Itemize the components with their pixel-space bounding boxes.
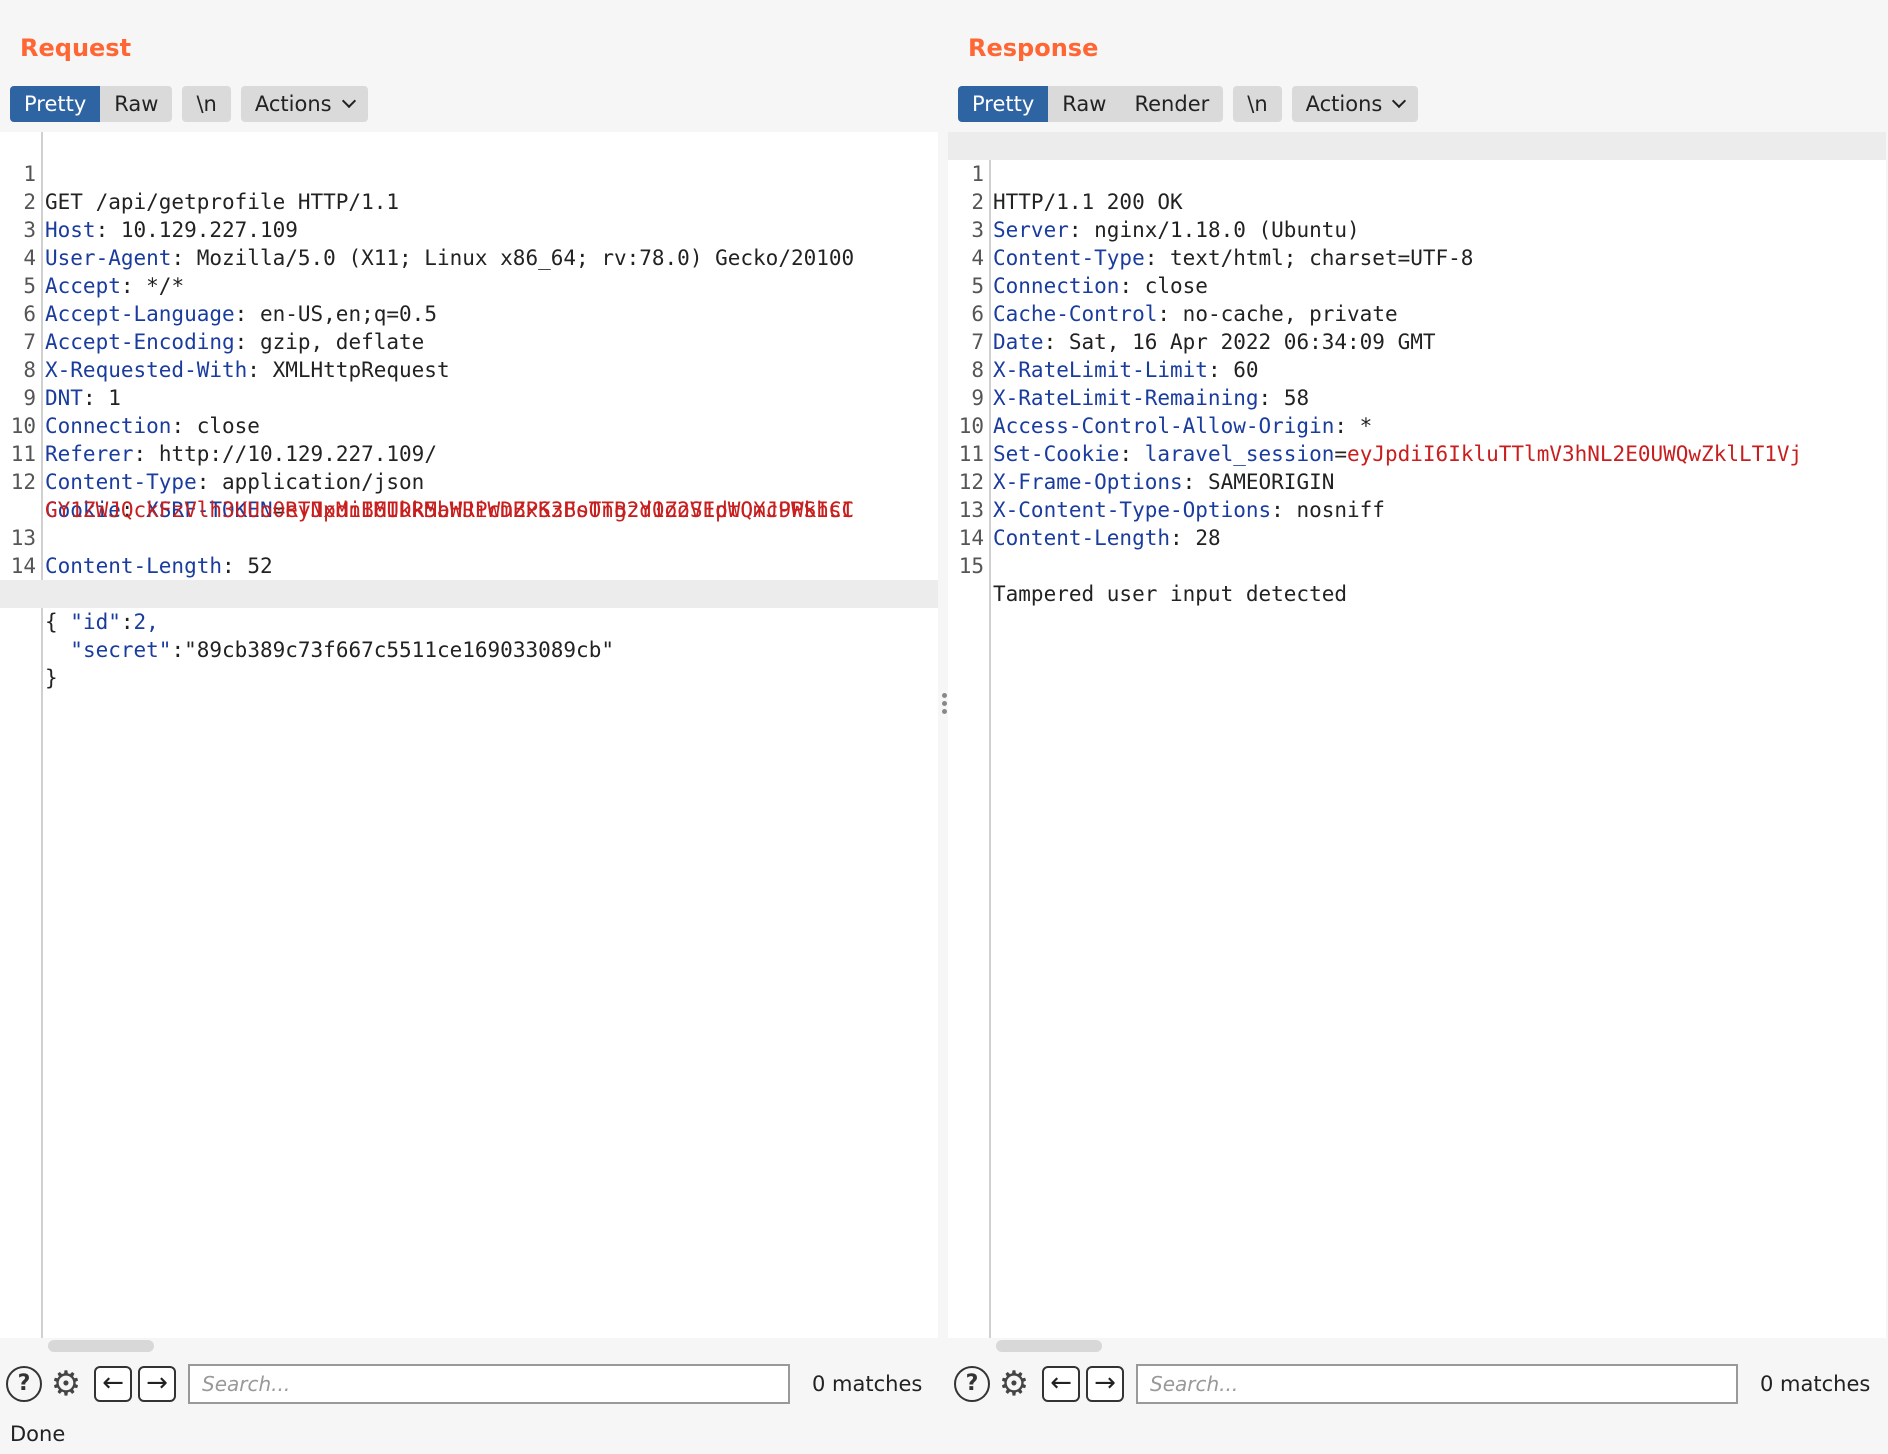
response-search-input[interactable] <box>1136 1364 1738 1404</box>
request-horizontal-scrollbar[interactable] <box>48 1340 154 1352</box>
status-text: Done <box>10 1422 66 1446</box>
forward-arrow-icon[interactable]: → <box>1086 1366 1124 1402</box>
json-brace: } <box>45 666 58 690</box>
request-actions-label: Actions <box>254 92 332 116</box>
help-icon[interactable]: ? <box>6 1366 42 1402</box>
response-title: Response <box>968 34 1099 62</box>
request-search-bar: ? ⚙ ← → 0 matches <box>6 1362 936 1406</box>
request-header-line: 3 User-Agent: Mozilla/5.0 (X11; Linux x8… <box>0 188 938 270</box>
request-toolbar: Pretty Raw \n Actions <box>10 86 368 122</box>
response-tab-raw[interactable]: Raw <box>1048 86 1120 122</box>
response-body-text: Tampered user input detected <box>993 582 1348 606</box>
request-actions-button[interactable]: Actions <box>240 86 368 122</box>
response-blank-line: 14 <box>948 496 1886 550</box>
gear-icon[interactable]: ⚙ <box>46 1364 86 1404</box>
request-header-line: 6 Accept-Encoding: gzip, deflate <box>0 272 938 354</box>
request-match-count: 0 matches <box>812 1372 923 1396</box>
request-body-secret: "secret":"89cb389c73f667c5511ce169033089… <box>70 638 614 662</box>
response-header-line: 8 X-RateLimit-Remaining: 58 <box>948 328 1886 410</box>
request-tab-raw[interactable]: Raw <box>100 86 172 122</box>
forward-arrow-icon[interactable]: → <box>138 1366 176 1402</box>
response-actions-label: Actions <box>1305 92 1383 116</box>
request-title: Request <box>20 34 132 62</box>
request-header-line: 8 DNT: 1 <box>0 328 938 410</box>
response-body-line: 15 Tampered user input detected <box>948 524 1886 606</box>
request-header-line: 10 Referer: http://10.129.227.109/ <box>0 384 938 466</box>
response-header-line: 13 Content-Length: 28 <box>948 468 1886 550</box>
help-icon[interactable]: ? <box>954 1366 990 1402</box>
response-header-line: 4 Connection: close <box>948 216 1886 298</box>
response-editor[interactable]: 1 HTTP/1.1 200 OK 2 Server: nginx/1.18.0… <box>948 132 1886 1338</box>
response-header-line: 7 X-RateLimit-Limit: 60 <box>948 300 1886 382</box>
request-header-line: 7 X-Requested-With: XMLHttpRequest <box>0 300 938 382</box>
request-cookie-line: 12 Cookie: XSRF-TOKEN=eyJpdiI6Ikk5bWJicD… <box>0 440 938 522</box>
chevron-down-icon <box>341 93 356 109</box>
response-header-line: 12 X-Content-Type-Options: nosniff <box>948 440 1886 522</box>
request-body-id: "id":2, <box>0 580 938 634</box>
response-header-line: 6 Date: Sat, 16 Apr 2022 06:34:09 GMT <box>948 272 1886 354</box>
response-tab-render[interactable]: Render <box>1120 86 1223 122</box>
request-search-input[interactable] <box>188 1364 790 1404</box>
request-pane: Request Pretty Raw \n Actions 1 GET /api… <box>0 0 940 1454</box>
response-pane: Response Pretty Raw Render \n Actions 1 … <box>948 0 1888 1454</box>
response-header-line: 5 Cache-Control: no-cache, private <box>948 244 1886 326</box>
chevron-down-icon <box>1392 93 1407 109</box>
request-header-line: 4 Accept: */* <box>0 216 938 298</box>
response-status-line: 1 HTTP/1.1 200 OK <box>948 132 1886 214</box>
request-view-tabs: Pretty Raw <box>10 86 173 122</box>
back-arrow-icon[interactable]: ← <box>1042 1366 1080 1402</box>
request-header-line: 9 Connection: close <box>0 356 938 438</box>
response-header-line: 3 Content-Type: text/html; charset=UTF-8 <box>948 188 1886 270</box>
request-cookie-continuation: GY1ZWJQckFzVlh3UUo0RTNxMnBMUDRMaHRPWmZxK… <box>0 468 938 522</box>
request-header-line: 5 Accept-Language: en-US,en;q=0.5 <box>0 244 938 326</box>
response-horizontal-scrollbar[interactable] <box>996 1340 1102 1352</box>
request-header-line: 2 Host: 10.129.227.109 <box>0 160 938 242</box>
pane-splitter-handle[interactable] <box>940 690 948 717</box>
back-arrow-icon[interactable]: ← <box>94 1366 132 1402</box>
request-body-close: } <box>0 636 938 690</box>
response-actions-button[interactable]: Actions <box>1291 86 1419 122</box>
gear-icon[interactable]: ⚙ <box>994 1364 1034 1404</box>
line-number: 15 <box>958 554 984 578</box>
request-header-line: 13 Content-Length: 52 <box>0 496 938 578</box>
request-newline-toggle[interactable]: \n <box>182 86 231 122</box>
response-set-cookie-line: 10 Set-Cookie: laravel_session=eyJpdiI6I… <box>948 384 1886 466</box>
response-newline-toggle[interactable]: \n <box>1233 86 1282 122</box>
request-blank-line: 14 <box>0 524 938 578</box>
request-body-open: 15 { <box>0 552 938 634</box>
response-header-line: 9 Access-Control-Allow-Origin: * <box>948 356 1886 438</box>
response-view-tabs: Pretty Raw Render <box>958 86 1224 122</box>
response-tab-pretty[interactable]: Pretty <box>958 86 1049 122</box>
response-search-bar: ? ⚙ ← → 0 matches <box>954 1362 1884 1406</box>
response-header-line: 11 X-Frame-Options: SAMEORIGIN <box>948 412 1886 494</box>
response-toolbar: Pretty Raw Render \n Actions <box>958 86 1419 122</box>
response-header-line: 2 Server: nginx/1.18.0 (Ubuntu) <box>948 160 1886 242</box>
request-editor[interactable]: 1 GET /api/getprofile HTTP/1.1 2 Host: 1… <box>0 132 938 1338</box>
response-match-count: 0 matches <box>1760 1372 1871 1396</box>
request-line: 1 GET /api/getprofile HTTP/1.1 <box>0 132 938 214</box>
request-tab-pretty[interactable]: Pretty <box>10 86 101 122</box>
request-header-line: 11 Content-Type: application/json <box>0 412 938 494</box>
